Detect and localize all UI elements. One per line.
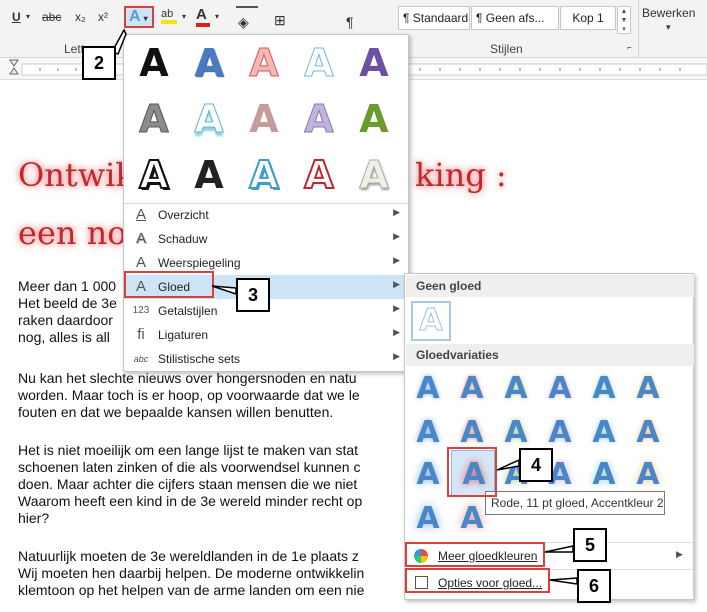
- callout-2: 2: [82, 46, 116, 80]
- callout-6: 6: [577, 569, 611, 603]
- callout-4: 4: [519, 448, 553, 482]
- callout-connectors: [110, 28, 578, 585]
- callout-5: 5: [573, 528, 607, 562]
- callout-3: 3: [236, 278, 270, 312]
